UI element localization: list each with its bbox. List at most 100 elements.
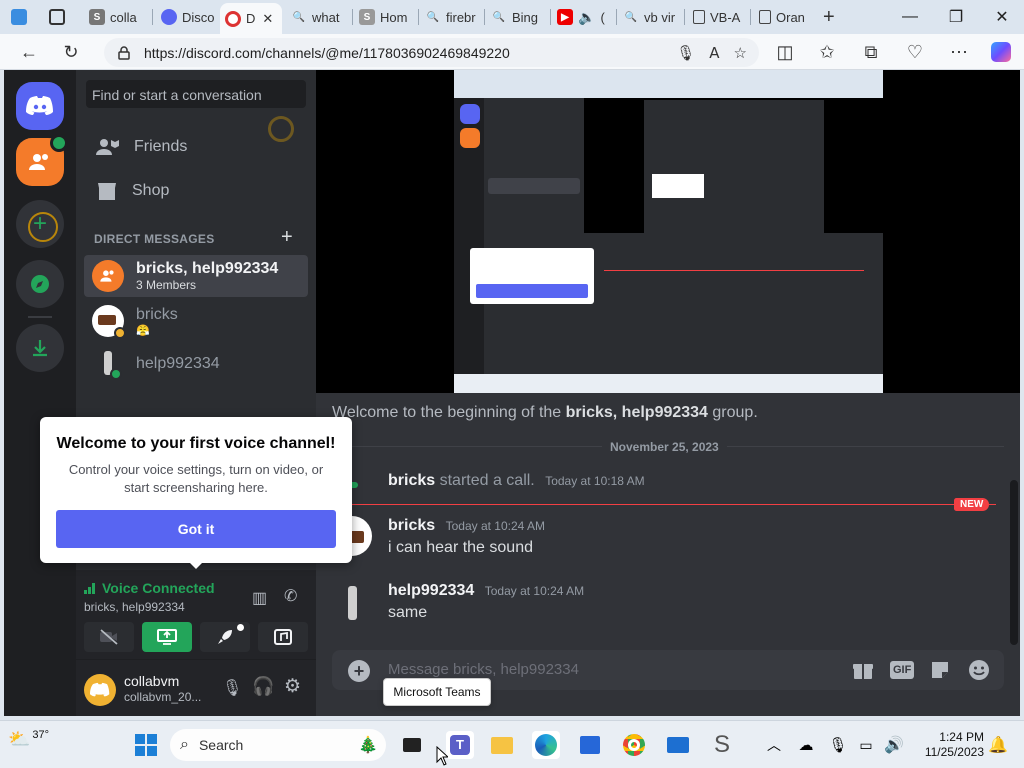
tab-actions-icon[interactable] (44, 3, 76, 31)
store-icon[interactable] (576, 731, 604, 759)
user-avatar[interactable] (84, 674, 116, 706)
username: collabvm (124, 673, 180, 689)
nav-shop[interactable]: Shop (84, 170, 308, 212)
download-apps-icon[interactable] (16, 324, 64, 372)
tab-firebr[interactable]: 🔍 firebr (420, 3, 482, 31)
system-message-call: bricks started a call. Today at 10:18 AM (388, 472, 645, 489)
tab-active-discord[interactable]: D ✕ (220, 3, 282, 34)
search-icon: 🔍 (426, 11, 440, 23)
discord-home-icon[interactable] (16, 82, 64, 130)
favorite-star-icon[interactable]: ☆ (734, 44, 747, 62)
onedrive-icon[interactable]: ☁ (792, 731, 820, 759)
emoji-icon[interactable] (968, 659, 990, 681)
tab-home[interactable]: S Hom (354, 3, 416, 31)
notifications-bell-icon[interactable]: 🔔 (984, 731, 1012, 759)
dm-bricks[interactable]: bricks 😤 (84, 299, 308, 343)
microphone-icon[interactable]: 🎙 (676, 44, 695, 62)
message-input[interactable]: Message bricks, help992334 (388, 661, 579, 678)
dm-name: bricks (136, 305, 178, 323)
clock[interactable]: 1:24 PM 11/25/2023 (918, 730, 984, 760)
chrome-icon[interactable] (620, 731, 648, 759)
dm-help992334[interactable]: help992334 (84, 343, 308, 385)
sticker-icon[interactable] (930, 659, 950, 681)
gif-button[interactable]: GIF (890, 659, 915, 681)
windows-taskbar: ⛅ 37° ⌕ Search 🎄 T S ︿ ☁ 🎙 ▭ 🔊 1:24 PM 1… (0, 720, 1024, 768)
tab-what[interactable]: 🔍 what (286, 3, 350, 31)
channel-welcome: Welcome to the beginning of the bricks, … (332, 404, 758, 421)
page-icon (693, 10, 705, 24)
soundboard-button[interactable] (258, 622, 308, 652)
headphones-icon[interactable]: 🎧 (252, 676, 274, 697)
volume-icon[interactable]: 🔊 (880, 731, 908, 759)
screen-share-button[interactable] (142, 622, 192, 652)
url-text: https://discord.com/channels/@me/1178036… (144, 44, 510, 61)
add-server-icon[interactable]: + (16, 200, 64, 248)
activities-button[interactable] (200, 622, 250, 652)
message-help992334: help992334 Today at 10:24 AM same (388, 582, 584, 622)
message-author[interactable]: help992334 (388, 582, 474, 599)
microphone-tray-icon[interactable]: 🎙 (824, 731, 852, 759)
collections-icon[interactable]: ⧉ (856, 38, 886, 66)
task-view-icon[interactable] (398, 731, 426, 759)
address-bar[interactable]: https://discord.com/channels/@me/1178036… (104, 38, 759, 67)
dm-status-emoji: 😤 (136, 324, 150, 337)
mail-icon[interactable] (664, 731, 692, 759)
noise-suppression-icon[interactable]: ▥ (252, 588, 267, 608)
microphone-icon[interactable]: 🎙 (222, 678, 242, 698)
taskbar-search[interactable]: ⌕ Search 🎄 (170, 729, 386, 761)
tab-vba[interactable]: VB-A (688, 3, 748, 31)
browser-toolbar: ← ↻ https://discord.com/channels/@me/117… (0, 34, 1024, 70)
start-button[interactable] (132, 731, 160, 759)
split-screen-icon[interactable]: ◫ (770, 38, 800, 66)
read-aloud-icon[interactable]: A (709, 44, 719, 62)
tab-vbvir[interactable]: 🔍 vb vir (618, 3, 682, 31)
minimize-button[interactable]: — (890, 4, 930, 30)
voice-connected-label[interactable]: Voice Connected (102, 580, 215, 596)
tab-youtube[interactable]: ▶ 🔈 ( (552, 3, 614, 31)
edge-icon[interactable] (532, 731, 560, 759)
got-it-button[interactable]: Got it (56, 510, 336, 548)
file-explorer-icon[interactable] (488, 731, 516, 759)
back-button[interactable]: ← (14, 38, 44, 66)
browser-window-icon[interactable] (6, 3, 38, 31)
settings-more-icon[interactable]: ⋯ (944, 38, 974, 66)
popup-arrow (188, 561, 204, 569)
tab-discord[interactable]: Disco (156, 3, 218, 31)
nav-friends[interactable]: Friends (84, 126, 308, 168)
browser-essentials-icon[interactable]: ♡ (900, 38, 930, 66)
network-icon[interactable]: ▭ (852, 731, 880, 759)
explore-compass-icon[interactable] (16, 260, 64, 308)
close-tab-icon[interactable]: ✕ (262, 11, 273, 27)
maximize-button[interactable]: ❐ (936, 4, 976, 30)
close-window-button[interactable]: ✕ (982, 4, 1022, 30)
taskbar-tooltip: Microsoft Teams (383, 678, 491, 706)
gift-icon[interactable] (852, 659, 874, 681)
tab-bing[interactable]: 🔍 Bing (486, 3, 548, 31)
settings-gear-icon[interactable]: ⚙ (284, 675, 301, 698)
help-message-avatar[interactable] (332, 582, 372, 622)
s-app-icon[interactable]: S (708, 731, 736, 759)
copilot-icon[interactable] (986, 38, 1016, 66)
voice-group-icon[interactable] (16, 134, 68, 186)
message-time: Today at 10:24 AM (484, 584, 585, 598)
tab-orange[interactable]: Oran (754, 3, 816, 31)
signal-icon (84, 583, 95, 594)
chat-scrollbar[interactable] (1010, 480, 1018, 645)
refresh-button[interactable]: ↻ (56, 38, 86, 66)
tab-collab[interactable]: S colla (84, 3, 150, 31)
screen-share-stream[interactable] (316, 70, 1020, 393)
create-dm-icon[interactable]: + (281, 226, 293, 249)
dm-group-bricks-help[interactable]: bricks, help992334 3 Members (84, 255, 308, 297)
camera-off-button[interactable] (84, 622, 134, 652)
disconnect-call-icon[interactable]: ✆ (284, 586, 297, 606)
weather-widget[interactable]: ⛅ 37° (8, 729, 49, 750)
add-attachment-icon[interactable]: + (348, 660, 370, 682)
find-conversation-input[interactable]: Find or start a conversation (86, 80, 306, 108)
new-tab-button[interactable]: + (818, 3, 842, 31)
favorites-icon[interactable]: ✩ (812, 38, 842, 66)
show-hidden-icons[interactable]: ︿ (760, 731, 788, 759)
search-icon: 🔍 (292, 11, 306, 23)
popup-body: Control your voice settings, turn on vid… (68, 462, 324, 495)
message-author[interactable]: bricks (388, 517, 435, 534)
teams-icon[interactable]: T (446, 731, 474, 759)
